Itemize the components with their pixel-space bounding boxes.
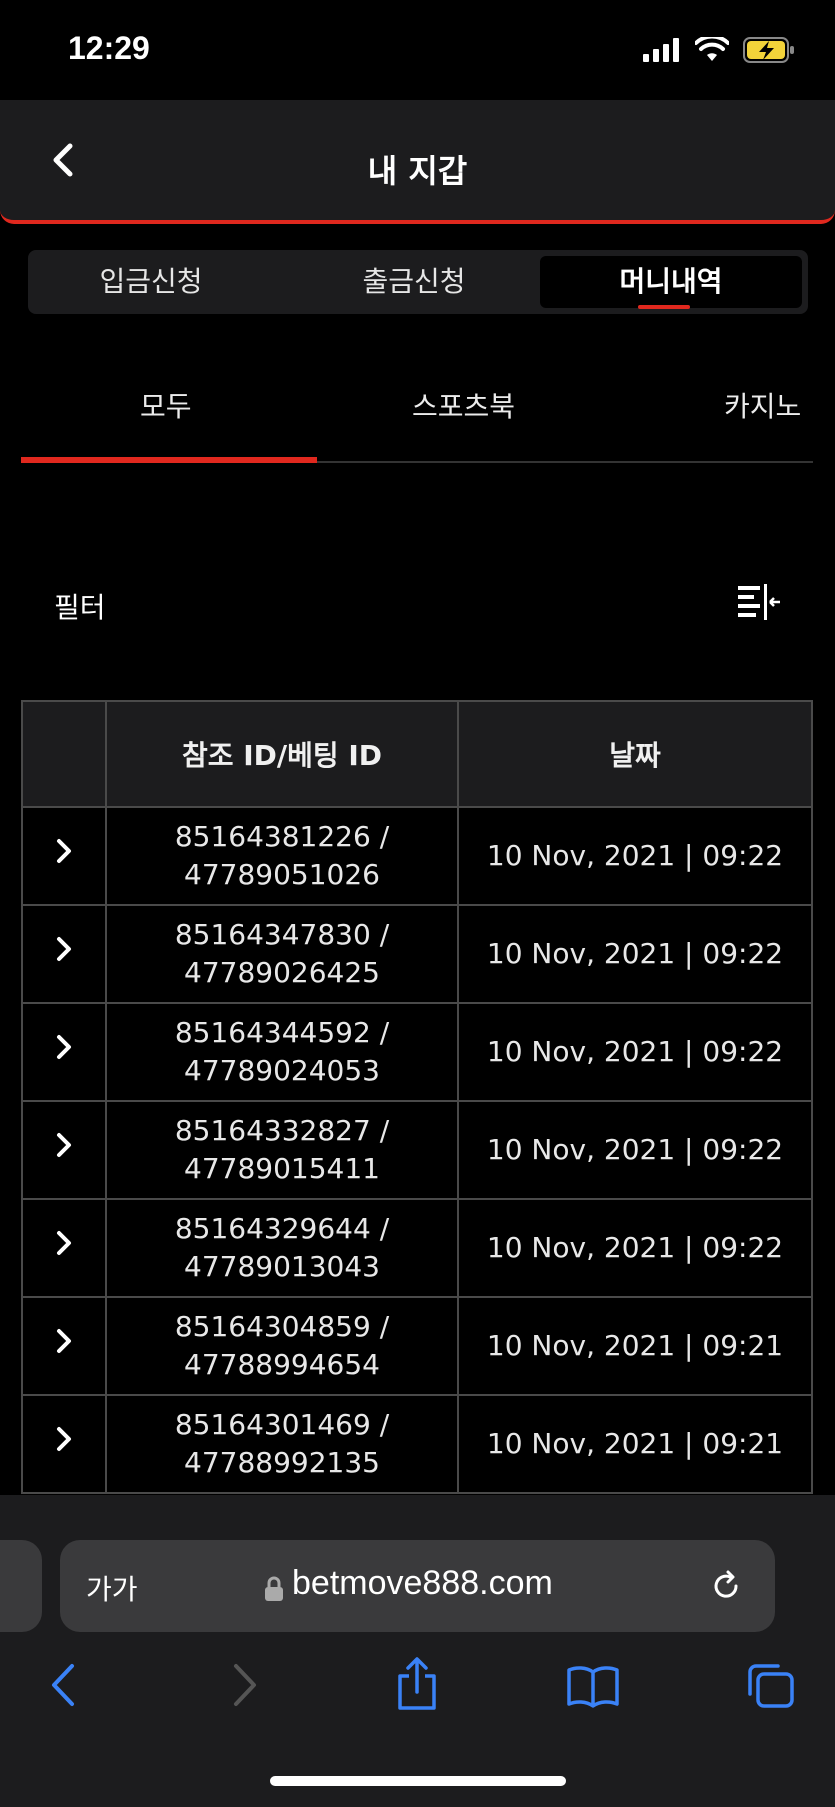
page-title: 내 지갑 (367, 152, 468, 190)
ref-bet-id-cell: 85164304859 / 47788994654 (105, 1296, 459, 1396)
wifi-icon (695, 37, 729, 61)
chevron-right-icon (57, 839, 71, 863)
previous-tab-peek[interactable] (0, 1540, 42, 1632)
ref-id: 85164381226 / (174, 820, 390, 853)
tab-deposit-request[interactable]: 입금신청 (28, 250, 274, 314)
expand-row-button[interactable] (21, 806, 107, 906)
expand-row-button[interactable] (21, 1198, 107, 1298)
status-icons (643, 36, 795, 64)
ref-bet-id-cell: 85164381226 / 47789051026 (105, 806, 459, 906)
col-header-expand (21, 700, 107, 808)
expand-row-button[interactable] (21, 1394, 107, 1494)
bet-id: 47789013043 (184, 1250, 380, 1283)
col-header-date: 날짜 (457, 700, 813, 808)
battery-charging-icon (743, 37, 794, 63)
date-cell: 10 Nov, 2021 | 09:22 (457, 1198, 813, 1298)
table-row[interactable]: 85164344592 / 47789024053 10 Nov, 2021 | … (21, 1002, 813, 1102)
subtab-all[interactable]: 모두 (140, 385, 192, 425)
chevron-right-icon (57, 1035, 71, 1059)
tab-withdraw-request[interactable]: 출금신청 (284, 250, 544, 314)
url-text[interactable]: betmove888.com (292, 1564, 553, 1603)
subtab-casino[interactable]: 카지노 (724, 385, 801, 425)
table-row[interactable]: 85164381226 / 47789051026 10 Nov, 2021 | … (21, 806, 813, 906)
active-tab-indicator (638, 305, 690, 309)
table-header-row: 참조 ID/베팅 ID 날짜 (21, 700, 813, 808)
text-size-button[interactable]: 가가 (86, 1568, 138, 1608)
bookmarks-icon[interactable] (566, 1664, 620, 1708)
ref-bet-id-cell: 85164347830 / 47789026425 (105, 904, 459, 1004)
table-row[interactable]: 85164332827 / 47789015411 10 Nov, 2021 | … (21, 1100, 813, 1200)
filter-button[interactable] (736, 582, 782, 622)
ref-bet-id-cell: 85164344592 / 47789024053 (105, 1002, 459, 1102)
ref-bet-id-cell: 85164301469 / 47788992135 (105, 1394, 459, 1494)
ref-id: 85164301469 / (174, 1408, 390, 1441)
reload-icon[interactable] (708, 1568, 744, 1604)
chevron-right-icon (57, 1329, 71, 1353)
ref-bet-id-cell: 85164332827 / 47789015411 (105, 1100, 459, 1200)
bet-id: 47788992135 (184, 1446, 380, 1479)
bet-id: 47789015411 (184, 1152, 380, 1185)
ref-id: 85164344592 / (174, 1016, 390, 1049)
date-cell: 10 Nov, 2021 | 09:22 (457, 806, 813, 906)
browser-forward-icon[interactable] (224, 1660, 264, 1710)
filter-collapse-icon (738, 584, 780, 620)
filter-label: 필터 (54, 591, 106, 624)
date-cell: 10 Nov, 2021 | 09:22 (457, 904, 813, 1004)
ref-id: 85164347830 / (174, 918, 390, 951)
expand-row-button[interactable] (21, 1100, 107, 1200)
tabs-icon[interactable] (746, 1662, 796, 1710)
chevron-right-icon (57, 1231, 71, 1255)
table-row[interactable]: 85164347830 / 47789026425 10 Nov, 2021 | … (21, 904, 813, 1004)
ref-bet-id-cell: 85164329644 / 47789013043 (105, 1198, 459, 1298)
home-indicator (270, 1776, 566, 1786)
chevron-right-icon (57, 1133, 71, 1157)
bet-id: 47788994654 (184, 1348, 380, 1381)
bet-id: 47789026425 (184, 956, 380, 989)
bet-id: 47789024053 (184, 1054, 380, 1087)
date-cell: 10 Nov, 2021 | 09:21 (457, 1394, 813, 1494)
tab-money-history[interactable]: 머니내역 (540, 256, 802, 308)
expand-row-button[interactable] (21, 1296, 107, 1396)
date-cell: 10 Nov, 2021 | 09:22 (457, 1002, 813, 1102)
browser-back-icon[interactable] (44, 1660, 84, 1710)
chevron-right-icon (57, 1427, 71, 1451)
lock-icon (265, 1576, 283, 1601)
status-time: 12:29 (68, 30, 150, 66)
bet-id: 47789051026 (184, 858, 380, 891)
table-row[interactable]: 85164329644 / 47789013043 10 Nov, 2021 | … (21, 1198, 813, 1298)
ref-id: 85164332827 / (174, 1114, 390, 1147)
expand-row-button[interactable] (21, 1002, 107, 1102)
subtab-sportsbook[interactable]: 스포츠북 (412, 385, 515, 425)
expand-row-button[interactable] (21, 904, 107, 1004)
subtab-active-indicator (21, 457, 317, 463)
history-table: 참조 ID/베팅 ID 날짜 85164381226 / 47789051026 … (21, 700, 813, 1494)
share-icon[interactable] (394, 1656, 440, 1712)
wallet-segment-tabs: 입금신청 출금신청 머니내역 (28, 250, 808, 314)
chevron-right-icon (57, 937, 71, 961)
date-cell: 10 Nov, 2021 | 09:21 (457, 1296, 813, 1396)
signal-icon (643, 38, 679, 62)
table-row[interactable]: 85164301469 / 47788992135 10 Nov, 2021 | … (21, 1394, 813, 1494)
ref-id: 85164304859 / (174, 1310, 390, 1343)
ref-id: 85164329644 / (174, 1212, 390, 1245)
col-header-ref-bet-id: 참조 ID/베팅 ID (105, 700, 459, 808)
table-row[interactable]: 85164304859 / 47788994654 10 Nov, 2021 | … (21, 1296, 813, 1396)
date-cell: 10 Nov, 2021 | 09:22 (457, 1100, 813, 1200)
